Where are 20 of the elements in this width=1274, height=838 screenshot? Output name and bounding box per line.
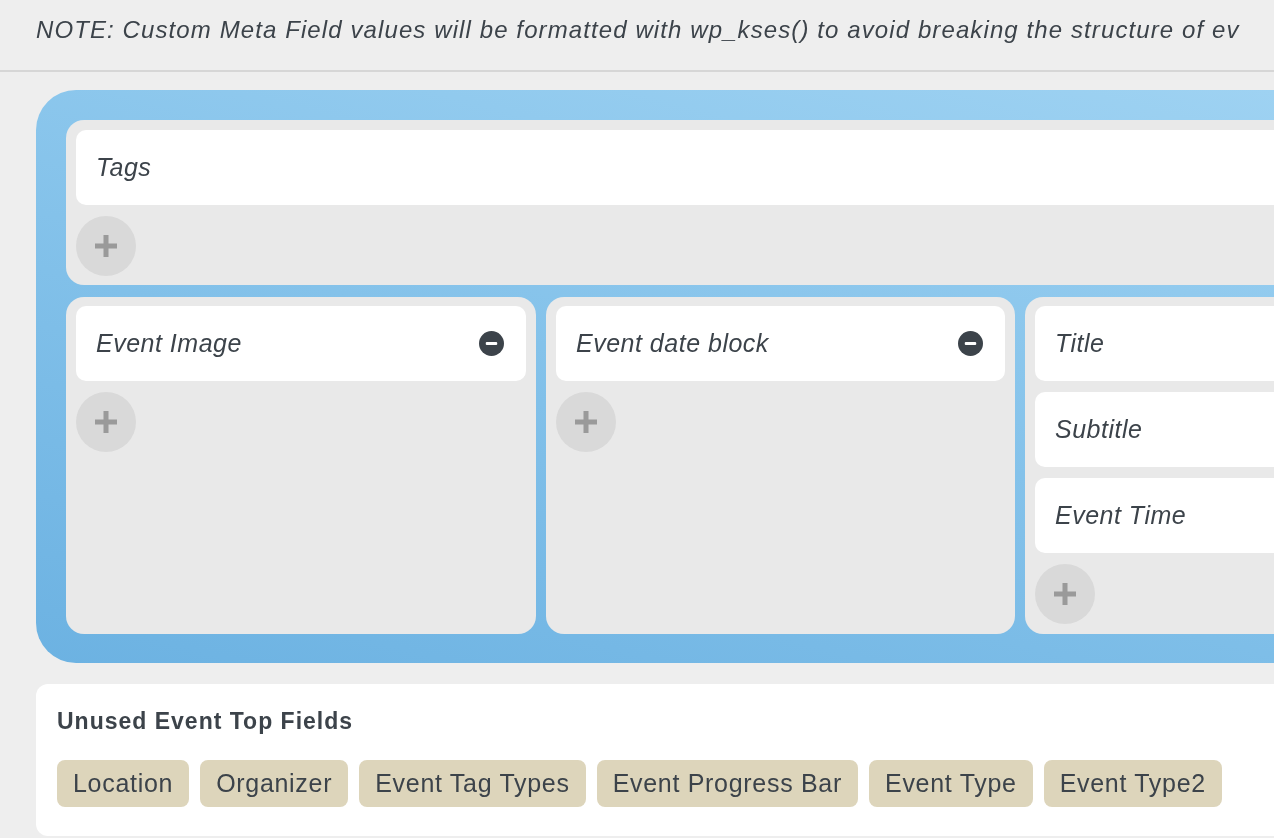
field-chip[interactable]: Organizer (200, 760, 349, 807)
field-chip[interactable]: Event Type2 (1043, 760, 1222, 807)
field-chip[interactable]: Event Progress Bar (596, 760, 858, 807)
field-item[interactable]: Title (1035, 306, 1274, 381)
note-text: NOTE: Custom Meta Field values will be formatted with wp_kses() to avoid breaking the structure of ev (36, 16, 1240, 43)
plus-icon (575, 411, 597, 433)
field-item[interactable]: Event Image (76, 306, 526, 381)
field-item[interactable]: Event date block (556, 306, 1005, 381)
remove-icon[interactable] (958, 331, 983, 356)
field-item[interactable]: Subtitle (1035, 392, 1274, 467)
unused-fields-heading: Unused Event Top Fields (57, 708, 354, 734)
plus-icon (1054, 583, 1076, 605)
remove-icon[interactable] (479, 331, 504, 356)
plus-icon (95, 411, 117, 433)
plus-icon (95, 235, 117, 257)
field-item[interactable]: Tags (76, 130, 1274, 205)
field-chip[interactable]: Event Tag Types (359, 760, 586, 807)
field-item[interactable]: Event Time (1035, 478, 1274, 553)
field-chip[interactable]: Event Type (869, 760, 1033, 807)
field-chip[interactable]: Location (57, 760, 190, 807)
